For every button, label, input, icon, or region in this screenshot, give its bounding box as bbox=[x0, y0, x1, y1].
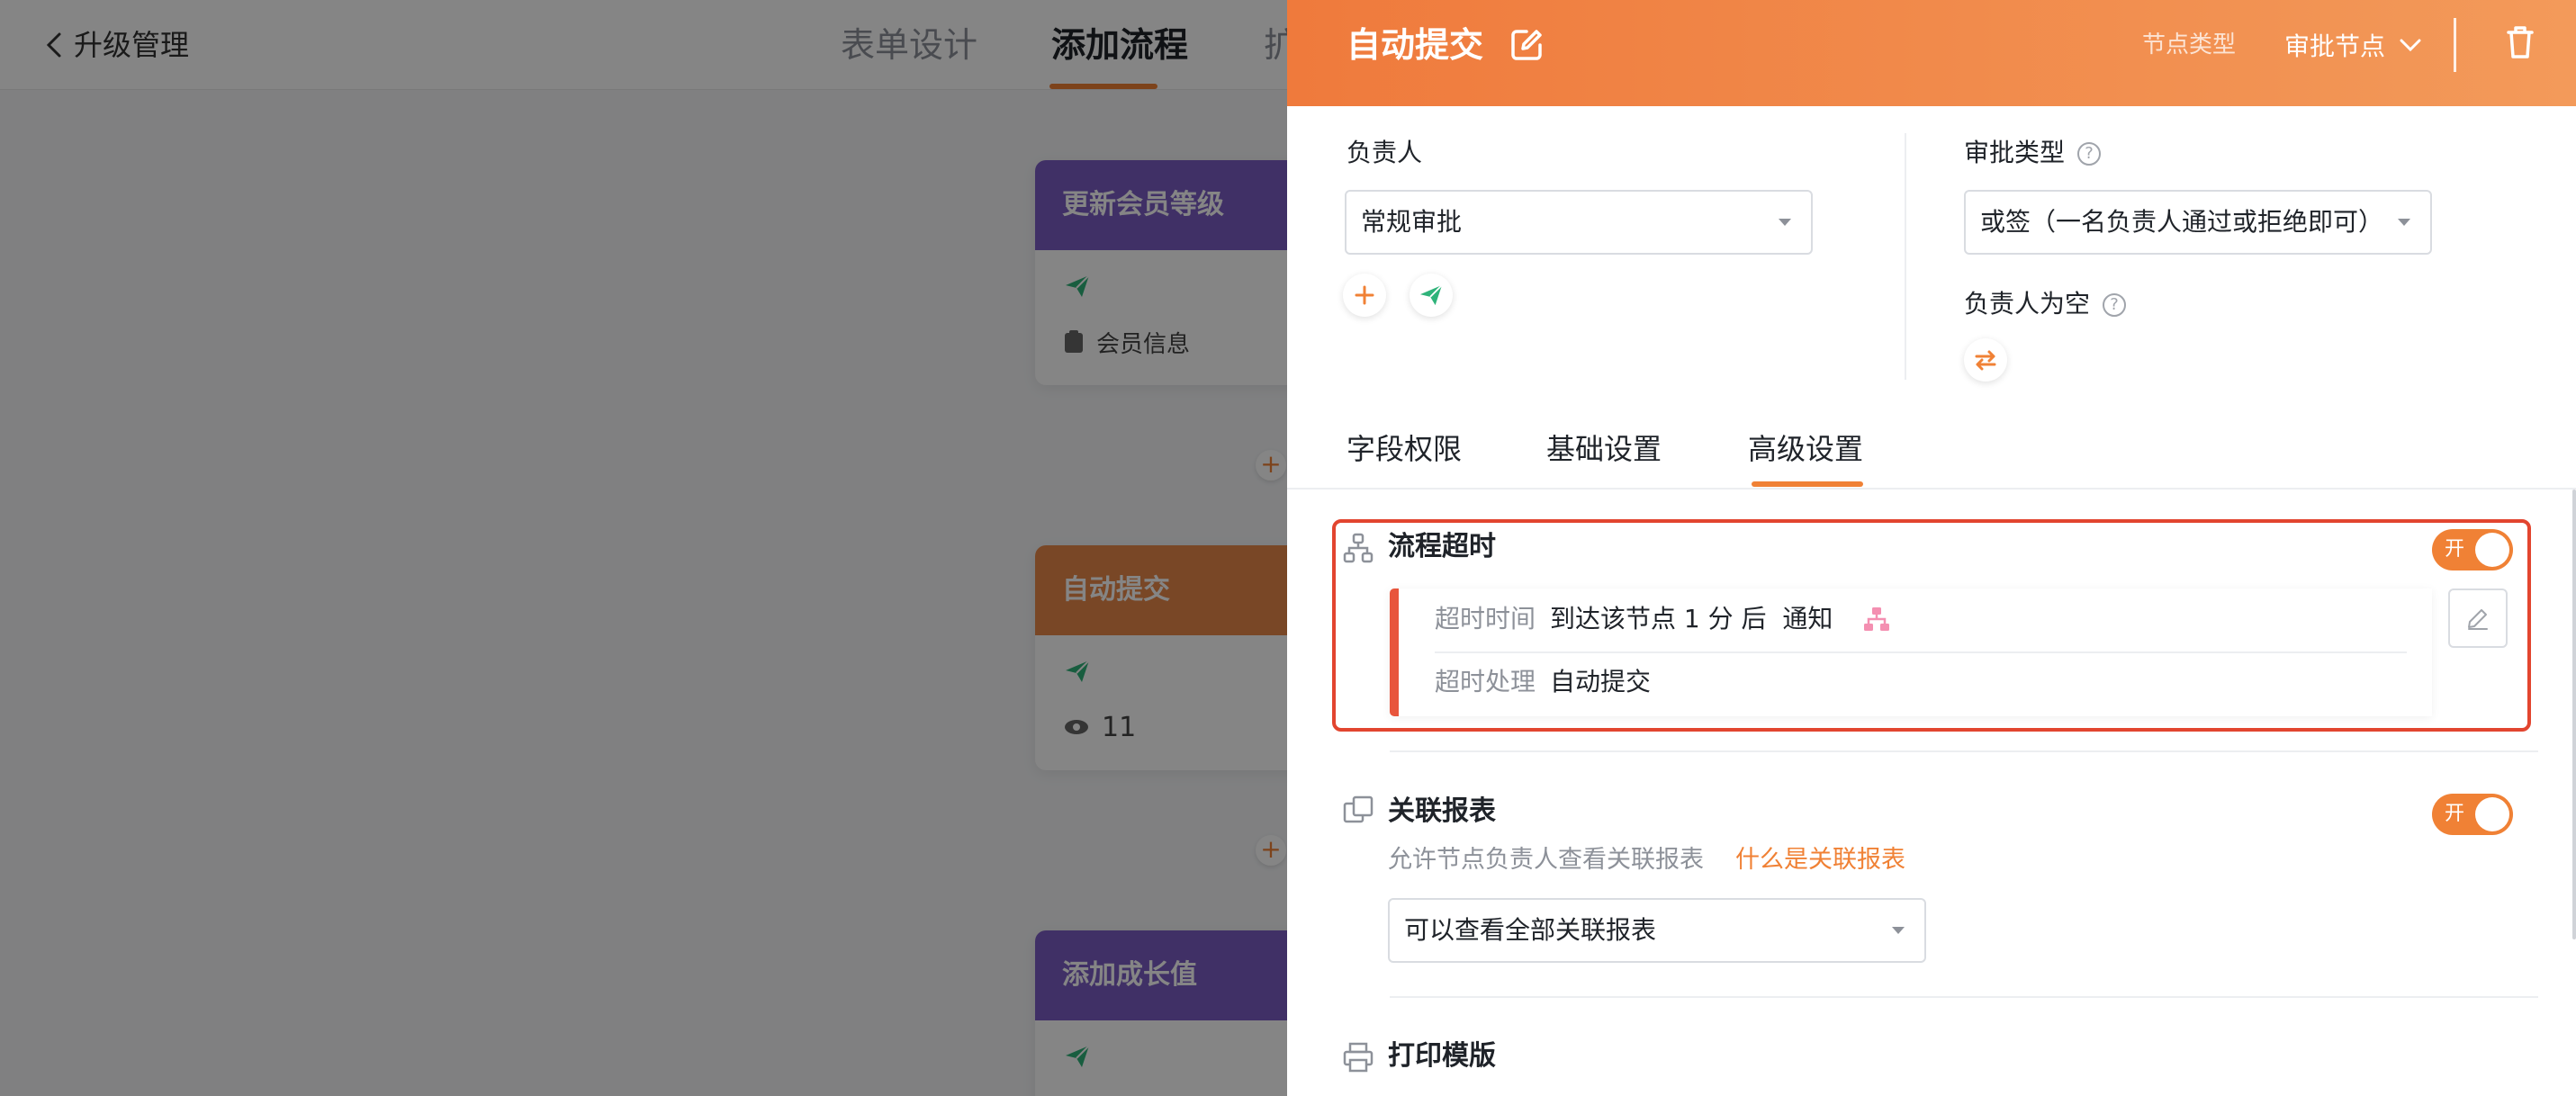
add-assignee-button[interactable] bbox=[1343, 274, 1386, 317]
edit-icon[interactable] bbox=[1509, 27, 1545, 63]
caret-down-icon bbox=[1779, 219, 1791, 226]
send-assignee-button[interactable] bbox=[1410, 274, 1453, 317]
header-divider bbox=[2454, 18, 2456, 72]
chevron-down-icon bbox=[2400, 39, 2421, 51]
approval-type-select[interactable]: 或签（一名负责人通过或拒绝即可） bbox=[1964, 190, 2432, 255]
drawer-header: 自动提交 节点类型 审批节点 bbox=[1287, 0, 2576, 106]
node-title: 自动提交 bbox=[1347, 25, 1484, 65]
linked-report-help-link[interactable]: 什么是关联报表 bbox=[1735, 842, 1905, 878]
assignee-label: 负责人 bbox=[1347, 138, 1423, 167]
send-icon bbox=[1419, 284, 1443, 306]
linked-report-description: 允许节点负责人查看关联报表 bbox=[1388, 846, 1704, 874]
approval-type-label: 审批类型? bbox=[1964, 135, 2102, 171]
linked-report-title: 关联报表 bbox=[1388, 795, 1496, 827]
linked-report-icon bbox=[1343, 795, 1374, 823]
tab-field-permissions[interactable]: 字段权限 bbox=[1347, 427, 1462, 472]
help-icon[interactable]: ? bbox=[2077, 142, 2102, 166]
tab-basic-settings[interactable]: 基础设置 bbox=[1546, 427, 1662, 472]
approval-type-text: 审批类型 bbox=[1964, 138, 2066, 167]
trash-icon[interactable] bbox=[2502, 23, 2538, 61]
empty-assignee-text: 负责人为空 bbox=[1964, 289, 2091, 319]
linked-report-select[interactable]: 可以查看全部关联报表 bbox=[1388, 898, 1926, 963]
plus-icon bbox=[1355, 285, 1374, 305]
section-divider bbox=[1390, 750, 2538, 752]
modal-overlay[interactable] bbox=[0, 0, 1287, 1096]
swap-icon bbox=[1975, 350, 1996, 371]
section-divider bbox=[1390, 996, 2538, 998]
tab-advanced-settings[interactable]: 高级设置 bbox=[1748, 427, 1863, 472]
assignee-select[interactable]: 常规审批 bbox=[1345, 190, 1813, 255]
print-template-title: 打印模版 bbox=[1388, 1040, 1496, 1072]
node-type-select[interactable]: 审批节点 bbox=[2284, 25, 2421, 65]
node-type-value: 审批节点 bbox=[2284, 31, 2386, 61]
caret-down-icon bbox=[1892, 927, 1905, 934]
caret-down-icon bbox=[2398, 219, 2410, 226]
swap-button[interactable] bbox=[1964, 338, 2007, 382]
toggle-knob bbox=[2475, 797, 2509, 831]
tab-active-indicator bbox=[1752, 481, 1863, 487]
node-type-label: 节点类型 bbox=[2142, 31, 2237, 58]
assignee-value: 常规审批 bbox=[1361, 207, 1463, 237]
approval-type-value: 或签（一名负责人通过或拒绝即可） bbox=[1980, 207, 2384, 237]
linked-report-toggle[interactable]: 开 bbox=[2432, 794, 2513, 835]
tabs-divider bbox=[1287, 488, 2576, 490]
empty-assignee-label: 负责人为空? bbox=[1964, 286, 2127, 322]
linked-report-select-value: 可以查看全部关联报表 bbox=[1404, 915, 1657, 945]
highlight-frame bbox=[1332, 519, 2531, 732]
drawer-scrollbar[interactable] bbox=[2572, 490, 2576, 939]
help-icon[interactable]: ? bbox=[2103, 293, 2127, 317]
node-settings-drawer: 自动提交 节点类型 审批节点 负责人 常规审批 审批类型? 或签（一名负责人通过… bbox=[1287, 0, 2576, 1096]
column-divider bbox=[1905, 133, 1906, 380]
toggle-on-label: 开 bbox=[2445, 803, 2465, 825]
printer-icon bbox=[1343, 1042, 1374, 1073]
